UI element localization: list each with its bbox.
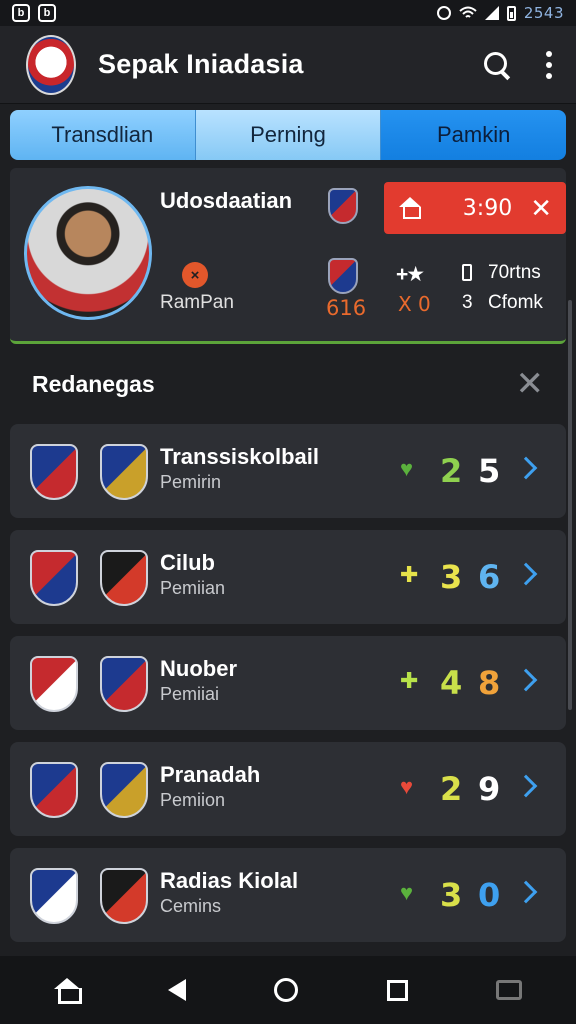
home-icon [398, 197, 422, 219]
match-row[interactable]: Pranadah Pemiion ♥ 2 9 [10, 742, 566, 836]
team-crest-icon [30, 656, 78, 712]
home-icon[interactable] [54, 978, 83, 1004]
status-bar: b b 2543 [0, 0, 576, 26]
wifi-icon [459, 6, 477, 20]
team-crest-icon [30, 762, 78, 818]
signal-icon [484, 6, 499, 20]
cast-icon[interactable] [495, 980, 522, 1000]
form-icon: ♥ [400, 774, 414, 799]
match-row[interactable]: Nuober Pemiiai ✚ 4 8 [10, 636, 566, 730]
match-row[interactable]: Cilub Pemiian ✚ 3 6 [10, 530, 566, 624]
close-icon[interactable]: ✕ [530, 195, 552, 221]
system-nav-bar [0, 956, 576, 1024]
team-crest-icon [100, 444, 148, 500]
battery-icon [506, 5, 516, 21]
app-bar: Sepak Iniadasia [0, 26, 576, 104]
phone-icon [462, 264, 472, 281]
score-away: 5 [478, 452, 501, 490]
score-away: 8 [478, 664, 501, 702]
team-crest-icon [30, 868, 78, 924]
form-icon: ✚ [400, 668, 419, 693]
stat-count: 3 [462, 292, 473, 313]
club-crest-icon [328, 188, 358, 224]
stat-value: 70rtns [488, 262, 541, 283]
form-icon: ♥ [400, 456, 414, 481]
score-home: 3 [440, 876, 463, 914]
match-subtitle: Pemiian [160, 578, 226, 598]
live-time: 3:90 [462, 195, 513, 221]
team-crest-icon [30, 550, 78, 606]
close-icon[interactable]: ✕ [516, 367, 545, 401]
match-subtitle: Pemirin [160, 472, 222, 492]
team-crest-icon [100, 762, 148, 818]
back-icon[interactable] [168, 979, 187, 1001]
match-club: Radias Kiolal [160, 868, 299, 893]
chevron-right-icon[interactable] [514, 774, 538, 798]
team-crest-icon [30, 444, 78, 500]
player-club: RamPan [160, 292, 234, 313]
section-title: Redanegas [32, 370, 155, 397]
match-club: Cilub [160, 550, 215, 575]
player-card[interactable]: Udosdaatian × RamPan 616 3:90 ✕ +★ X 0 7… [10, 168, 566, 344]
form-icon: ♥ [400, 880, 414, 905]
tab-perning[interactable]: Perning [195, 110, 382, 160]
score-home: 2 [440, 770, 463, 808]
app-notification-icon: b [38, 4, 56, 22]
search-icon[interactable] [482, 50, 512, 80]
score-away: 6 [478, 558, 501, 596]
team-crest-icon [100, 868, 148, 924]
score-home: 4 [440, 664, 463, 702]
match-club: Pranadah [160, 762, 261, 787]
chevron-right-icon[interactable] [514, 668, 538, 692]
score-away: 9 [478, 770, 501, 808]
match-subtitle: Pemiion [160, 790, 226, 810]
app-logo [26, 34, 76, 95]
stat-label: Cfomk [488, 292, 543, 313]
score-home: 2 [440, 452, 463, 490]
player-name: Udosdaatian [160, 188, 293, 213]
tab-pamkin[interactable]: Pamkin [381, 110, 566, 160]
tab-transdlian[interactable]: Transdlian [10, 110, 196, 160]
chevron-right-icon[interactable] [514, 456, 538, 480]
form-icon: ✚ [400, 562, 419, 587]
more-options-icon[interactable] [546, 50, 554, 79]
scrollbar[interactable] [568, 300, 572, 710]
match-subtitle: Pemiiai [160, 684, 220, 704]
chevron-right-icon[interactable] [514, 562, 538, 586]
chevron-right-icon[interactable] [514, 880, 538, 904]
team-crest-icon [100, 656, 148, 712]
score-home: 3 [440, 558, 463, 596]
rating-icon: +★ [396, 263, 425, 286]
status-clock: 2543 [523, 4, 564, 22]
position-badge: × [182, 262, 208, 288]
score-away: 0 [478, 876, 501, 914]
app-title: Sepak Iniadasia [98, 49, 304, 79]
cards-stat: X 0 [398, 292, 431, 316]
player-avatar [24, 186, 152, 320]
match-row[interactable]: Transsiskolbail Pemirin ♥ 2 5 [10, 424, 566, 518]
match-club: Nuober [160, 656, 237, 681]
section-header: Redanegas ✕ [10, 356, 566, 412]
home-circle-icon[interactable] [274, 978, 299, 1002]
tab-bar: Transdlian Perning Pamkin [10, 110, 566, 160]
match-row[interactable]: Radias Kiolal Cemins ♥ 3 0 [10, 848, 566, 942]
player-score: 616 [326, 296, 367, 320]
alarm-icon [436, 6, 451, 20]
match-subtitle: Cemins [160, 896, 222, 916]
recents-icon[interactable] [386, 979, 408, 1001]
team-crest-icon [100, 550, 148, 606]
club-crest-icon [328, 258, 358, 294]
live-match-banner[interactable]: 3:90 ✕ [384, 182, 566, 234]
app-notification-icon: b [12, 4, 30, 22]
match-club: Transsiskolbail [160, 444, 319, 469]
